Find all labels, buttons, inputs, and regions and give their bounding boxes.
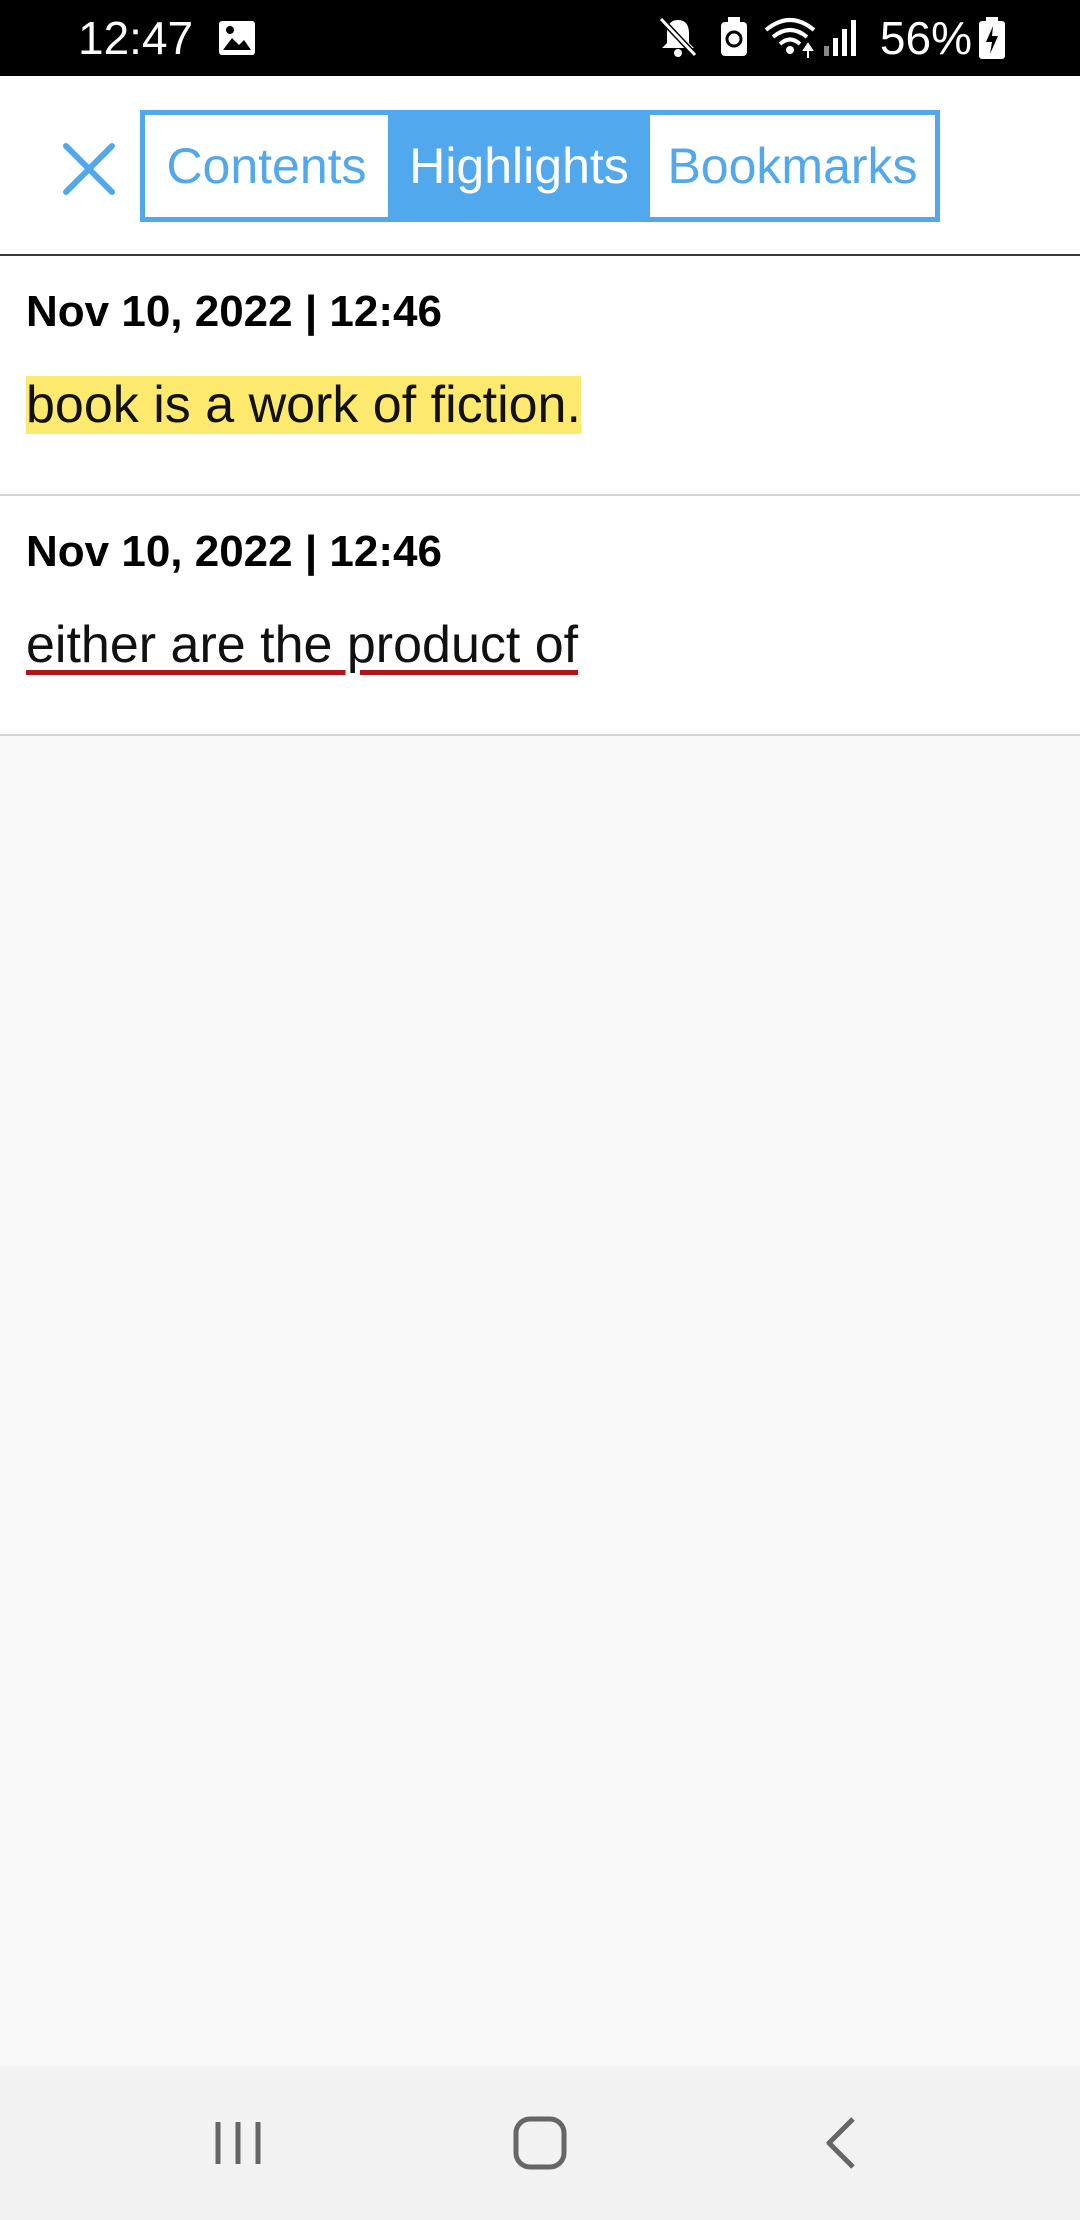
tab-bookmarks[interactable]: Bookmarks [650, 115, 935, 217]
tab-highlights[interactable]: Highlights [388, 115, 650, 217]
highlight-text: book is a work of fiction. [26, 368, 581, 442]
tab-bar: Contents Highlights Bookmarks [140, 110, 940, 222]
status-time: 12:47 [78, 12, 194, 64]
battery-icon [978, 16, 1006, 65]
header: Contents Highlights Bookmarks [0, 76, 1080, 256]
wifi-icon [762, 16, 818, 65]
signal-icon [822, 16, 858, 63]
highlight-text: either are the product of [26, 608, 578, 682]
close-icon[interactable] [58, 138, 120, 200]
home-icon[interactable] [495, 2106, 585, 2180]
system-nav-bar [0, 2066, 1080, 2220]
highlighted-text: book is a work of fiction. [26, 376, 581, 434]
mute-icon [658, 16, 698, 63]
battery-percent: 56% [879, 12, 972, 64]
list-item[interactable]: Nov 10, 2022 | 12:46 either are the prod… [0, 496, 1080, 736]
highlights-list: Nov 10, 2022 | 12:46 book is a work of f… [0, 256, 1080, 736]
status-bar: 12:47 56% [0, 0, 1080, 76]
back-icon[interactable] [797, 2106, 887, 2180]
sync-icon [718, 16, 750, 63]
underlined-text: either are the product of [26, 616, 579, 674]
image-icon [218, 20, 256, 61]
highlight-date: Nov 10, 2022 | 12:46 [26, 527, 442, 576]
list-item[interactable]: Nov 10, 2022 | 12:46 book is a work of f… [0, 256, 1080, 496]
tab-contents[interactable]: Contents [145, 115, 388, 217]
highlight-date: Nov 10, 2022 | 12:46 [26, 287, 442, 336]
recent-apps-icon[interactable] [193, 2106, 283, 2180]
